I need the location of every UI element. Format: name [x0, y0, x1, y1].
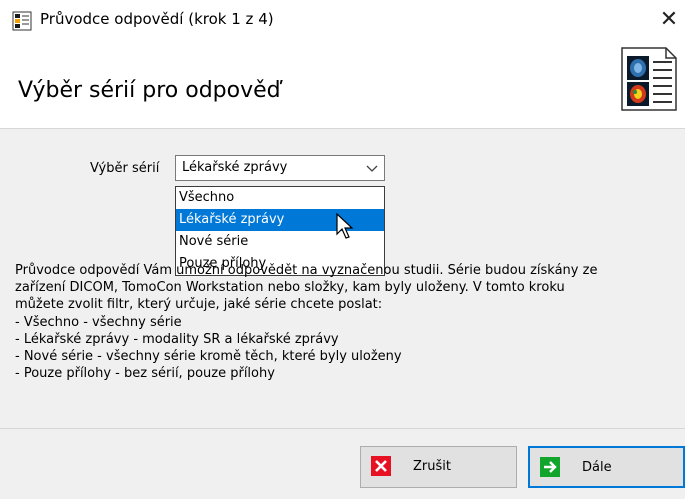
- title-bar: Průvodce odpovědí (krok 1 z 4) ✕: [0, 0, 685, 42]
- next-button-label: Dále: [582, 460, 612, 475]
- description-line: - Lékařské zprávy - modality SR a lékařs…: [15, 331, 339, 347]
- chevron-down-icon[interactable]: [364, 160, 380, 176]
- window-title: Průvodce odpovědí (krok 1 z 4): [40, 10, 274, 28]
- green-arrow-icon: [540, 457, 560, 477]
- cancel-button[interactable]: Zrušit: [360, 446, 517, 488]
- medical-report-icon: [621, 47, 677, 111]
- wizard-window: Průvodce odpovědí (krok 1 z 4) ✕ Výběr s…: [0, 0, 685, 499]
- description-line: Průvodce odpovědí Vám umožní odpovědět n…: [15, 263, 598, 278]
- dropdown-option-all[interactable]: Všechno: [176, 187, 384, 209]
- wizard-body: Výběr sérií Lékařské zprávy Všechno Léka…: [0, 129, 685, 428]
- red-x-icon: [371, 456, 391, 476]
- wizard-header: Výběr sérií pro odpověď: [0, 42, 685, 129]
- series-label: Výběr sérií: [90, 161, 160, 176]
- mouse-cursor-icon: [336, 212, 354, 239]
- cancel-button-label: Zrušit: [413, 459, 451, 474]
- description-line: - Všechno - všechny série: [15, 314, 182, 330]
- next-button[interactable]: Dále: [528, 446, 685, 488]
- description-text: Průvodce odpovědí Vám umožní odpovědět n…: [15, 262, 670, 382]
- description-line: můžete zvolit filtr, který určuje, jaké …: [15, 297, 383, 313]
- series-select[interactable]: Lékařské zprávy: [175, 155, 385, 181]
- app-icon: [12, 11, 32, 31]
- description-line: - Pouze přílohy - bez sérií, pouze přílo…: [15, 366, 275, 382]
- close-button[interactable]: ✕: [655, 6, 683, 34]
- page-title: Výběr sérií pro odpověď: [18, 78, 281, 103]
- wizard-footer: Zrušit Dále: [0, 429, 685, 499]
- description-line: - Nové série - všechny série kromě těch,…: [15, 349, 402, 365]
- description-line: zařízení DICOM, TomoCon Workstation nebo…: [15, 280, 565, 296]
- series-select-value: Lékařské zprávy: [182, 160, 288, 175]
